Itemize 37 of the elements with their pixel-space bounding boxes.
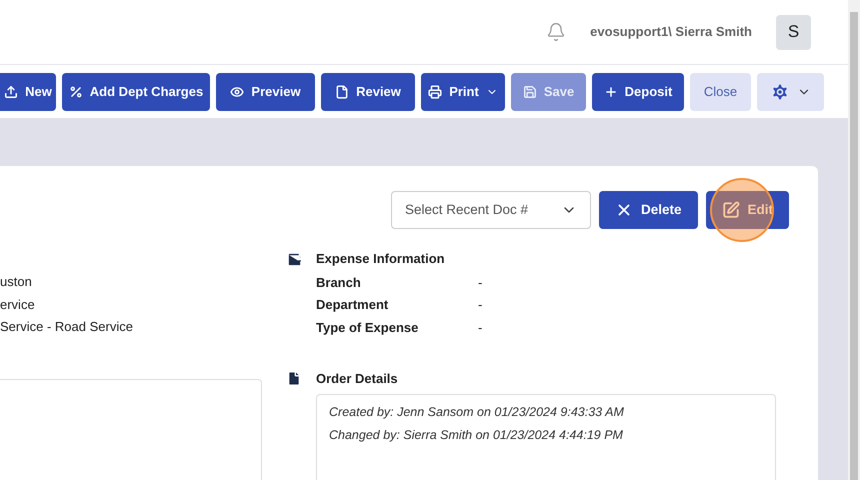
user-avatar[interactable]: S bbox=[776, 14, 811, 50]
delete-button[interactable]: Delete bbox=[598, 191, 698, 229]
toolbar-button[interactable]: Deposit bbox=[592, 72, 684, 110]
plus-icon bbox=[604, 84, 618, 98]
field-label: Type of Expense bbox=[316, 318, 420, 337]
close-button[interactable]: Close bbox=[690, 72, 751, 110]
field-value: uston bbox=[0, 273, 33, 291]
scrollbar-thumb[interactable] bbox=[850, 12, 858, 480]
edit-icon bbox=[722, 201, 740, 219]
section-title: Expense Information bbox=[316, 250, 445, 268]
recent-doc-select[interactable]: Select Recent Doc # bbox=[390, 191, 591, 229]
field-value: - bbox=[478, 318, 482, 336]
document-icon bbox=[286, 370, 302, 387]
field-value: ervice bbox=[0, 296, 36, 314]
toolbar-button[interactable]: Add Dept Charges bbox=[62, 72, 210, 110]
notification-bell-icon[interactable] bbox=[546, 22, 566, 42]
section-title: Order Details bbox=[316, 370, 398, 388]
printer-icon bbox=[428, 84, 442, 98]
toolbar-button[interactable]: New bbox=[0, 72, 56, 110]
audit-line: Changed by: Sierra Smith on 01/23/2024 4:44:19 PM bbox=[329, 426, 624, 444]
settings-icon bbox=[770, 82, 790, 102]
select-placeholder: Select Recent Doc # bbox=[404, 200, 528, 219]
field-label: Department bbox=[316, 296, 390, 314]
eye-icon bbox=[230, 84, 244, 98]
field-value: Service - Road Service bbox=[0, 318, 134, 336]
percent-icon bbox=[68, 84, 83, 98]
field-label: Branch bbox=[316, 274, 362, 292]
document-icon bbox=[335, 84, 350, 98]
toolbar-button[interactable]: Preview bbox=[216, 72, 315, 110]
settings-button[interactable] bbox=[757, 72, 824, 110]
user-name[interactable]: evosupport1\ Sierra Smith bbox=[590, 22, 752, 42]
audit-line: Created by: Jenn Sansom on 01/23/2024 9:43:33 AM bbox=[329, 404, 625, 421]
toolbar-button[interactable]: Review bbox=[321, 72, 415, 110]
field-value: - bbox=[478, 274, 482, 292]
print-dropdown-button[interactable]: Print bbox=[421, 72, 505, 110]
upload-icon bbox=[4, 84, 18, 98]
field-value: - bbox=[478, 296, 482, 314]
